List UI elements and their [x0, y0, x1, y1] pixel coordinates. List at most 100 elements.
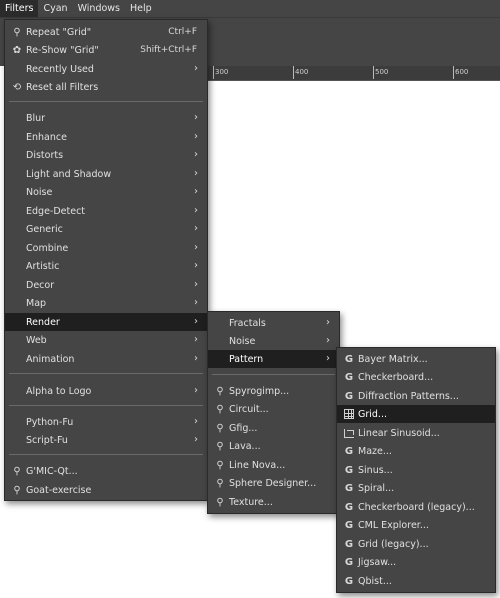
- menu-item-label: Spiral...: [358, 482, 395, 494]
- menu-item-sinus[interactable]: G Sinus...: [337, 461, 495, 479]
- menu-item-label: Python-Fu: [26, 416, 74, 428]
- chevron-right-icon: ›: [326, 353, 330, 364]
- menu-item-label: Recently Used: [26, 63, 94, 75]
- menu-item-gfig[interactable]: ⚲ Gfig...: [208, 419, 339, 437]
- menu-item-decor[interactable]: Decor ›: [5, 276, 207, 294]
- menu-item-grid-legacy[interactable]: G Grid (legacy)...: [337, 535, 495, 553]
- chevron-right-icon: ›: [194, 242, 198, 253]
- chevron-right-icon: ›: [194, 149, 198, 160]
- menu-item-script-fu[interactable]: Script-Fu ›: [5, 431, 207, 449]
- menu-item-gmic-qt[interactable]: ⚲ G'MIC-Qt...: [5, 462, 207, 480]
- menu-item-reshow-grid[interactable]: ✿ Re-Show "Grid" Shift+Ctrl+F: [5, 41, 207, 59]
- menu-item-spiral[interactable]: G Spiral...: [337, 479, 495, 497]
- menu-item-reset-all-filters[interactable]: ⟲ Reset all Filters: [5, 78, 207, 96]
- menu-item-cml-explorer[interactable]: G CML Explorer...: [337, 516, 495, 534]
- menu-separator: [9, 373, 203, 374]
- menu-item-web[interactable]: Web ›: [5, 331, 207, 349]
- menu-item-maze[interactable]: G Maze...: [337, 442, 495, 460]
- menu-item-label: Checkerboard...: [358, 371, 434, 383]
- menu-item-label: Grid (legacy)...: [358, 538, 429, 550]
- menu-item-linear-sinusoid[interactable]: Linear Sinusoid...: [337, 424, 495, 442]
- chevron-right-icon: ›: [194, 416, 198, 427]
- gmic-icon: ⚲: [13, 465, 21, 477]
- menu-item-bayer-matrix[interactable]: G Bayer Matrix...: [337, 350, 495, 368]
- plugin-icon: ⚲: [216, 403, 224, 415]
- menu-windows[interactable]: Windows: [73, 0, 125, 17]
- gegl-icon: G: [344, 482, 354, 494]
- menu-item-blur[interactable]: Blur ›: [5, 109, 207, 127]
- chevron-right-icon: ›: [194, 297, 198, 308]
- menu-cyan[interactable]: Cyan: [38, 0, 72, 17]
- menu-item-checkerboard-legacy[interactable]: G Checkerboard (legacy)...: [337, 498, 495, 516]
- chevron-right-icon: ›: [194, 260, 198, 271]
- render-submenu: Fractals › Noise › Pattern › ⚲ Spyrogimp…: [207, 311, 340, 514]
- ruler-tick: 600: [452, 66, 469, 79]
- repeat-icon: ⚲: [13, 26, 21, 38]
- horizontal-ruler[interactable]: 300 400 500 600: [207, 66, 500, 81]
- menu-item-jigsaw[interactable]: G Jigsaw...: [337, 553, 495, 571]
- menu-item-line-nova[interactable]: ⚲ Line Nova...: [208, 456, 339, 474]
- menu-item-diffraction-patterns[interactable]: G Diffraction Patterns...: [337, 387, 495, 405]
- menu-item-label: Blur: [26, 112, 46, 124]
- chevron-right-icon: ›: [194, 205, 198, 216]
- menu-item-python-fu[interactable]: Python-Fu ›: [5, 413, 207, 431]
- chevron-right-icon: ›: [326, 317, 330, 328]
- menu-item-noise[interactable]: Noise ›: [5, 183, 207, 201]
- gegl-icon: G: [344, 501, 354, 513]
- chevron-right-icon: ›: [194, 316, 198, 327]
- gegl-icon: G: [344, 538, 354, 550]
- menu-item-render-noise[interactable]: Noise ›: [208, 332, 339, 350]
- menu-item-sphere-designer[interactable]: ⚲ Sphere Designer...: [208, 474, 339, 492]
- plugin-icon: ⚲: [216, 496, 224, 508]
- menu-item-label: Goat-exercise: [26, 484, 92, 496]
- menu-item-circuit[interactable]: ⚲ Circuit...: [208, 400, 339, 418]
- menu-item-artistic[interactable]: Artistic ›: [5, 257, 207, 275]
- menu-item-light-and-shadow[interactable]: Light and Shadow ›: [5, 165, 207, 183]
- menu-item-goat-exercise[interactable]: ⚲ Goat-exercise: [5, 481, 207, 499]
- chevron-right-icon: ›: [194, 131, 198, 142]
- menu-item-lava[interactable]: ⚲ Lava...: [208, 437, 339, 455]
- menu-item-map[interactable]: Map ›: [5, 294, 207, 312]
- menu-item-combine[interactable]: Combine ›: [5, 239, 207, 257]
- menu-item-render[interactable]: Render ›: [5, 313, 207, 331]
- chevron-right-icon: ›: [194, 223, 198, 234]
- menu-item-texture[interactable]: ⚲ Texture...: [208, 493, 339, 511]
- menu-item-repeat-grid[interactable]: ⚲ Repeat "Grid" Ctrl+F: [5, 23, 207, 41]
- menu-item-label: Render: [26, 316, 60, 328]
- chevron-right-icon: ›: [194, 63, 198, 74]
- menu-help[interactable]: Help: [125, 0, 157, 17]
- menu-separator: [212, 374, 335, 375]
- menu-item-label: Diffraction Patterns...: [358, 390, 459, 402]
- menu-item-label: Alpha to Logo: [26, 385, 92, 397]
- chevron-right-icon: ›: [194, 186, 198, 197]
- menu-separator: [9, 101, 203, 102]
- menu-item-alpha-to-logo[interactable]: Alpha to Logo ›: [5, 382, 207, 400]
- menu-item-distorts[interactable]: Distorts ›: [5, 146, 207, 164]
- menu-item-label: Combine: [26, 242, 69, 254]
- menu-item-label: Bayer Matrix...: [358, 353, 428, 365]
- filters-menu: ⚲ Repeat "Grid" Ctrl+F ✿ Re-Show "Grid" …: [4, 19, 208, 501]
- gegl-icon: G: [344, 556, 354, 568]
- menu-item-edge-detect[interactable]: Edge-Detect ›: [5, 202, 207, 220]
- menu-item-generic[interactable]: Generic ›: [5, 220, 207, 238]
- reset-icon: ⟲: [12, 81, 22, 93]
- chevron-right-icon: ›: [194, 334, 198, 345]
- menu-item-spyrogimp[interactable]: ⚲ Spyrogimp...: [208, 382, 339, 400]
- menu-item-fractals[interactable]: Fractals ›: [208, 314, 339, 332]
- menu-item-label: Circuit...: [229, 403, 269, 415]
- menu-item-grid[interactable]: Grid...: [337, 405, 495, 423]
- menu-item-animation[interactable]: Animation ›: [5, 350, 207, 368]
- menu-item-qbist[interactable]: G Qbist...: [337, 572, 495, 590]
- menu-item-pattern[interactable]: Pattern ›: [208, 350, 339, 368]
- menu-item-label: Checkerboard (legacy)...: [358, 501, 475, 513]
- menu-item-enhance[interactable]: Enhance ›: [5, 128, 207, 146]
- menu-item-recently-used[interactable]: Recently Used ›: [5, 60, 207, 78]
- menu-item-checkerboard[interactable]: G Checkerboard...: [337, 368, 495, 386]
- menu-item-label: Light and Shadow: [26, 168, 112, 180]
- menu-item-label: Noise: [229, 335, 256, 347]
- menu-filters[interactable]: Filters: [0, 0, 39, 17]
- plugin-icon: ⚲: [216, 440, 224, 452]
- menu-item-label: Qbist...: [358, 575, 392, 587]
- menu-item-label: Maze...: [358, 445, 392, 457]
- menu-item-label: G'MIC-Qt...: [26, 465, 78, 477]
